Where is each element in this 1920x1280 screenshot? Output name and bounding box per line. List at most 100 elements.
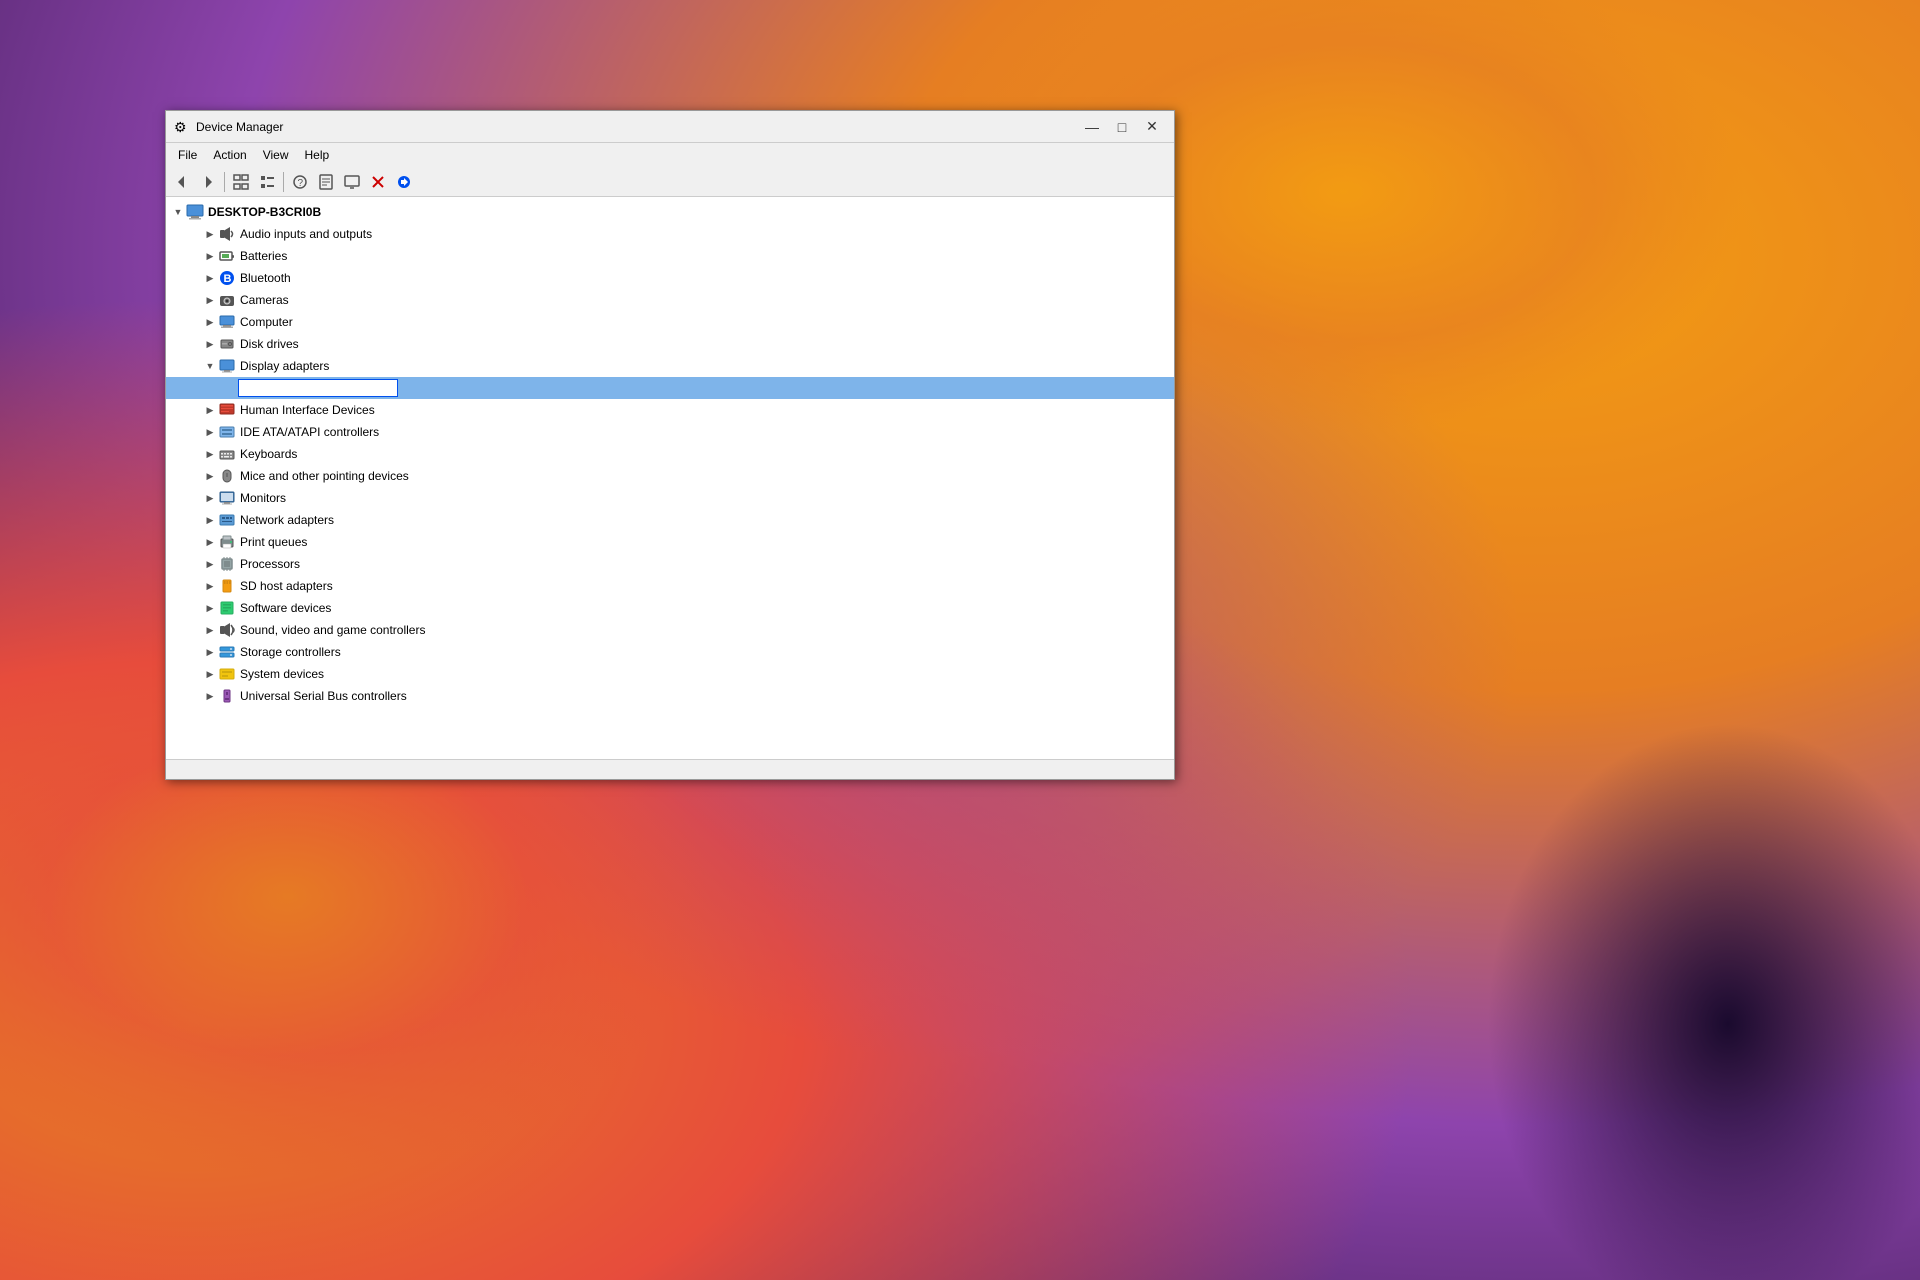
tree-item-processors[interactable]: ▶ Processors xyxy=(166,553,1174,575)
root-expander[interactable]: ▼ xyxy=(170,204,186,220)
close-button[interactable]: ✕ xyxy=(1138,116,1166,138)
mice-label: Mice and other pointing devices xyxy=(240,469,409,483)
network-icon xyxy=(218,511,236,529)
properties-button[interactable] xyxy=(314,170,338,194)
menu-file[interactable]: File xyxy=(170,146,205,164)
display-adapter-name-input[interactable] xyxy=(238,379,398,397)
help-button[interactable]: ? xyxy=(288,170,312,194)
display-expander[interactable]: ▼ xyxy=(202,358,218,374)
keyboards-label: Keyboards xyxy=(240,447,297,461)
tree-item-usb[interactable]: ▶ Universal Serial Bus controllers xyxy=(166,685,1174,707)
window-controls: — □ ✕ xyxy=(1078,116,1166,138)
sd-icon xyxy=(218,577,236,595)
system-expander[interactable]: ▶ xyxy=(202,666,218,682)
back-button[interactable] xyxy=(170,170,194,194)
help-icon: ? xyxy=(292,174,308,190)
tree-item-disk[interactable]: ▶ Disk drives xyxy=(166,333,1174,355)
disk-expander[interactable]: ▶ xyxy=(202,336,218,352)
window-title: Device Manager xyxy=(196,120,283,134)
monitor-scan-icon xyxy=(344,174,360,190)
tree-item-computer[interactable]: ▶ Computer xyxy=(166,311,1174,333)
batteries-icon xyxy=(218,247,236,265)
keyboards-icon xyxy=(218,445,236,463)
monitors-expander[interactable]: ▶ xyxy=(202,490,218,506)
keyboards-expander[interactable]: ▶ xyxy=(202,446,218,462)
tree-item-storage[interactable]: ▶ Storage controllers xyxy=(166,641,1174,663)
svg-text:?: ? xyxy=(298,178,304,189)
uninstall-button[interactable] xyxy=(366,170,390,194)
tree-item-cameras[interactable]: ▶ Cameras xyxy=(166,289,1174,311)
storage-icon xyxy=(218,643,236,661)
hid-expander[interactable]: ▶ xyxy=(202,402,218,418)
tree-item-audio[interactable]: ▶ Audio inputs and outputs xyxy=(166,223,1174,245)
disk-label: Disk drives xyxy=(240,337,299,351)
cameras-label: Cameras xyxy=(240,293,289,307)
forward-icon xyxy=(200,174,216,190)
svg-text:B: B xyxy=(224,273,232,285)
software-label: Software devices xyxy=(240,601,331,615)
tree-item-batteries[interactable]: ▶ Batteries xyxy=(166,245,1174,267)
tree-item-sound[interactable]: ▶ Sound, video and game controllers xyxy=(166,619,1174,641)
system-label: System devices xyxy=(240,667,324,681)
tree-view-icon xyxy=(233,174,249,190)
update-driver-icon xyxy=(396,174,412,190)
mice-expander[interactable]: ▶ xyxy=(202,468,218,484)
tree-item-monitors[interactable]: ▶ Monitors xyxy=(166,487,1174,509)
maximize-button[interactable]: □ xyxy=(1108,116,1136,138)
batteries-label: Batteries xyxy=(240,249,287,263)
disk-icon xyxy=(218,335,236,353)
bluetooth-expander[interactable]: ▶ xyxy=(202,270,218,286)
forward-button[interactable] xyxy=(196,170,220,194)
hid-icon xyxy=(218,401,236,419)
ide-expander[interactable]: ▶ xyxy=(202,424,218,440)
list-view-button[interactable] xyxy=(255,170,279,194)
display-icon xyxy=(218,357,236,375)
batteries-expander[interactable]: ▶ xyxy=(202,248,218,264)
tree-item-print[interactable]: ▶ Print queues xyxy=(166,531,1174,553)
usb-expander[interactable]: ▶ xyxy=(202,688,218,704)
print-label: Print queues xyxy=(240,535,307,549)
print-expander[interactable]: ▶ xyxy=(202,534,218,550)
computer-icon xyxy=(218,313,236,331)
tree-view[interactable]: ▼ DESKTOP-B3CRI0B ▶ Audio inputs and xyxy=(166,197,1174,759)
sd-expander[interactable]: ▶ xyxy=(202,578,218,594)
tree-item-hid[interactable]: ▶ Human Interface Devices xyxy=(166,399,1174,421)
monitors-icon xyxy=(218,489,236,507)
toolbar-sep-2 xyxy=(283,172,284,192)
network-expander[interactable]: ▶ xyxy=(202,512,218,528)
tree-item-mice[interactable]: ▶ Mice and other pointing devices xyxy=(166,465,1174,487)
tree-item-system[interactable]: ▶ System devices xyxy=(166,663,1174,685)
audio-icon xyxy=(218,225,236,243)
tree-item-keyboards[interactable]: ▶ Keyboards xyxy=(166,443,1174,465)
tree-item-sd[interactable]: ▶ SD host adapters xyxy=(166,575,1174,597)
mice-icon xyxy=(218,467,236,485)
software-expander[interactable]: ▶ xyxy=(202,600,218,616)
menu-help[interactable]: Help xyxy=(297,146,338,164)
tree-item-software[interactable]: ▶ Software devices xyxy=(166,597,1174,619)
software-icon xyxy=(218,599,236,617)
processors-expander[interactable]: ▶ xyxy=(202,556,218,572)
display-adapter-editing-item[interactable] xyxy=(166,377,1174,399)
tree-item-ide[interactable]: ▶ IDE ATA/ATAPI controllers xyxy=(166,421,1174,443)
tree-root[interactable]: ▼ DESKTOP-B3CRI0B xyxy=(166,201,1174,223)
tree-item-bluetooth[interactable]: ▶ B Bluetooth xyxy=(166,267,1174,289)
usb-icon xyxy=(218,687,236,705)
minimize-button[interactable]: — xyxy=(1078,116,1106,138)
sound-expander[interactable]: ▶ xyxy=(202,622,218,638)
list-view-icon xyxy=(259,174,275,190)
scan-button[interactable] xyxy=(340,170,364,194)
display-label: Display adapters xyxy=(240,359,329,373)
update-driver-button[interactable] xyxy=(392,170,416,194)
tree-item-network[interactable]: ▶ Network adapters xyxy=(166,509,1174,531)
menu-action[interactable]: Action xyxy=(205,146,254,164)
title-bar: ⚙ Device Manager — □ ✕ xyxy=(166,111,1174,143)
system-icon xyxy=(218,665,236,683)
storage-expander[interactable]: ▶ xyxy=(202,644,218,660)
tree-item-display[interactable]: ▼ Display adapters xyxy=(166,355,1174,377)
tree-view-button[interactable] xyxy=(229,170,253,194)
network-label: Network adapters xyxy=(240,513,334,527)
computer-expander[interactable]: ▶ xyxy=(202,314,218,330)
menu-view[interactable]: View xyxy=(255,146,297,164)
cameras-expander[interactable]: ▶ xyxy=(202,292,218,308)
audio-expander[interactable]: ▶ xyxy=(202,226,218,242)
